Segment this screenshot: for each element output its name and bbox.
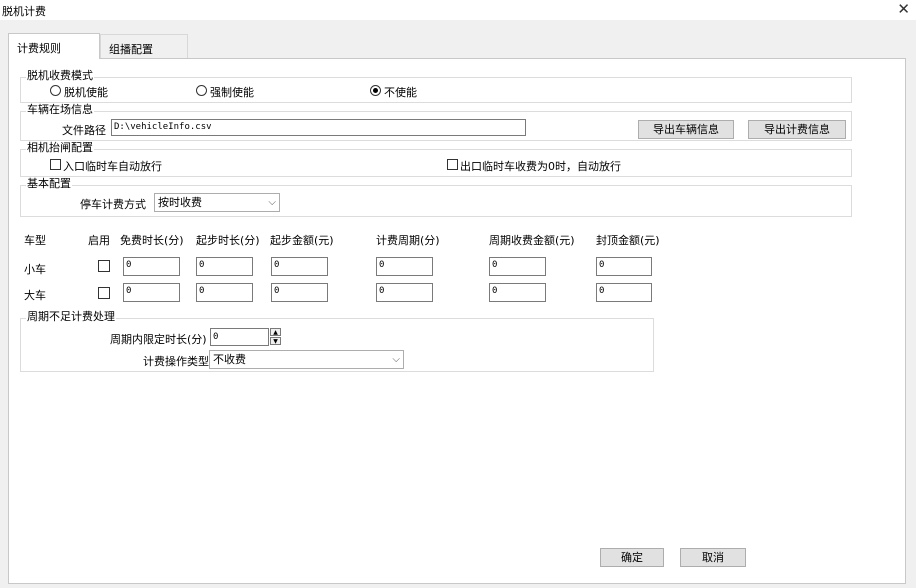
spin-down-icon[interactable]: ▼: [270, 337, 281, 345]
export-vehicle-button[interactable]: 导出车辆信息: [638, 120, 734, 139]
header-enabled: 启用: [88, 234, 110, 247]
row-small-car-type: 小车: [24, 263, 46, 276]
tab-label: 计费规则: [17, 42, 61, 55]
period-limit-input[interactable]: 0: [210, 328, 269, 346]
checkbox-icon[interactable]: [50, 159, 61, 170]
small-car-start-amount[interactable]: 0: [271, 257, 328, 276]
large-car-start-duration[interactable]: 0: [196, 283, 253, 302]
small-car-free-duration[interactable]: 0: [123, 257, 180, 276]
offline-mode-legend: 脱机收费模式: [26, 69, 94, 82]
small-car-enable-checkbox[interactable]: [98, 260, 110, 272]
large-car-period-amount[interactable]: 0: [489, 283, 546, 302]
header-start-amount: 起步金额(元): [270, 234, 334, 247]
insufficient-period-legend: 周期不足计费处理: [26, 310, 116, 323]
row-large-car-type: 大车: [24, 289, 46, 302]
tab-multicast-config[interactable]: 组播配置: [100, 34, 188, 58]
small-car-start-duration[interactable]: 0: [196, 257, 253, 276]
operation-type-label: 计费操作类型: [143, 355, 209, 368]
operation-type-select[interactable]: 不收费 ⌵: [209, 350, 404, 369]
parking-mode-label: 停车计费方式: [80, 198, 146, 211]
large-car-billing-period[interactable]: 0: [376, 283, 433, 302]
select-value: 按时收费: [158, 196, 202, 209]
close-icon[interactable]: ✕: [897, 0, 910, 18]
checkbox-label: 出口临时车收费为0时，自动放行: [460, 160, 621, 173]
radio-checked-icon[interactable]: [370, 85, 381, 96]
cancel-button[interactable]: 取消: [680, 548, 746, 567]
chevron-down-icon: ⌵: [392, 354, 400, 365]
small-car-period-amount[interactable]: 0: [489, 257, 546, 276]
header-vehicle-type: 车型: [24, 234, 46, 247]
spin-up-icon[interactable]: ▲: [270, 328, 281, 336]
tab-label: 组播配置: [109, 43, 153, 56]
small-car-cap-amount[interactable]: 0: [596, 257, 652, 276]
window-title: 脱机计费: [2, 5, 46, 18]
radio-label: 脱机使能: [64, 86, 108, 99]
period-limit-label: 周期内限定时长(分): [110, 333, 207, 346]
title-bar: 脱机计费 ✕: [0, 0, 916, 20]
export-billing-button[interactable]: 导出计费信息: [748, 120, 846, 139]
large-car-enable-checkbox[interactable]: [98, 287, 110, 299]
radio-label: 不使能: [384, 86, 417, 99]
radio-icon[interactable]: [50, 85, 61, 96]
large-car-free-duration[interactable]: 0: [123, 283, 180, 302]
offline-mode-group: [20, 77, 852, 103]
header-start-duration: 起步时长(分): [196, 234, 260, 247]
header-billing-period: 计费周期(分): [376, 234, 440, 247]
header-period-amount: 周期收费金额(元): [489, 234, 575, 247]
file-path-input[interactable]: D:\vehicleInfo.csv: [111, 119, 526, 136]
checkbox-icon[interactable]: [447, 159, 458, 170]
checkbox-label: 入口临时车自动放行: [63, 160, 162, 173]
large-car-cap-amount[interactable]: 0: [596, 283, 652, 302]
header-cap-amount: 封顶金额(元): [596, 234, 660, 247]
basic-config-legend: 基本配置: [26, 177, 72, 190]
camera-gate-legend: 相机抬闸配置: [26, 141, 94, 154]
large-car-start-amount[interactable]: 0: [271, 283, 328, 302]
vehicle-info-legend: 车辆在场信息: [26, 103, 94, 116]
radio-icon[interactable]: [196, 85, 207, 96]
chevron-down-icon: ⌵: [268, 197, 276, 208]
radio-label: 强制使能: [210, 86, 254, 99]
ok-button[interactable]: 确定: [600, 548, 664, 567]
small-car-billing-period[interactable]: 0: [376, 257, 433, 276]
parking-mode-select[interactable]: 按时收费 ⌵: [154, 193, 280, 212]
file-path-label: 文件路径: [62, 124, 106, 137]
select-value: 不收费: [213, 353, 246, 366]
header-free-duration: 免费时长(分): [120, 234, 184, 247]
tab-billing-rules[interactable]: 计费规则: [8, 33, 100, 59]
